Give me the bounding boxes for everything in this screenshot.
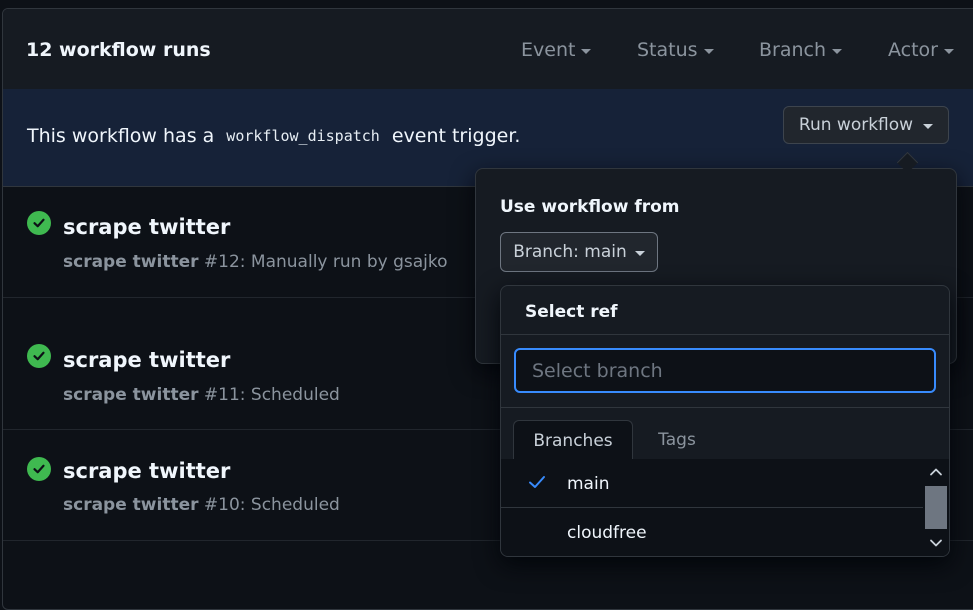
- run-detail: #11: Scheduled: [203, 385, 340, 405]
- caret-down-icon: [923, 124, 934, 129]
- status-filter[interactable]: Status: [637, 39, 714, 61]
- run-workflow-button[interactable]: Run workflow: [783, 106, 949, 144]
- runs-count: 12 workflow runs: [26, 39, 211, 61]
- caret-down-icon: [634, 251, 645, 256]
- ref-tabs: Branches Tags: [501, 407, 949, 460]
- run-workflow-name: scrape twitter: [63, 385, 199, 405]
- caret-down-icon: [581, 49, 592, 54]
- select-branch-input[interactable]: [514, 348, 936, 393]
- run-detail: #12: Manually run by gsajko: [203, 252, 448, 272]
- scroll-down-icon[interactable]: [929, 536, 943, 550]
- branch-item-main[interactable]: main: [501, 459, 923, 508]
- run-title[interactable]: scrape twitter: [63, 215, 230, 239]
- event-filter[interactable]: Event: [521, 39, 592, 61]
- branch-filter-label: Branch: [759, 39, 827, 61]
- popup-title: Use workflow from: [500, 197, 680, 217]
- branch-item-label: main: [567, 474, 610, 494]
- status-filter-label: Status: [637, 39, 698, 61]
- event-filter-label: Event: [521, 39, 576, 61]
- actor-filter[interactable]: Actor: [888, 39, 954, 61]
- branch-select-button[interactable]: Branch: main: [500, 232, 658, 272]
- success-check-icon: [27, 211, 51, 235]
- caret-down-icon: [944, 49, 954, 54]
- tab-branches[interactable]: Branches: [513, 420, 633, 460]
- run-title[interactable]: scrape twitter: [63, 459, 230, 483]
- branch-select-label: Branch: main: [513, 242, 627, 262]
- branch-filter-wrap: [501, 334, 949, 408]
- run-workflow-name: scrape twitter: [63, 495, 199, 515]
- select-ref-header: Select ref: [501, 286, 949, 335]
- select-ref-panel: Select ref Branches Tags main cloudfree: [500, 285, 950, 557]
- success-check-icon: [27, 344, 51, 368]
- dispatch-code: workflow_dispatch: [226, 127, 380, 145]
- branch-list: main cloudfree: [501, 459, 949, 556]
- branch-item-label: cloudfree: [567, 523, 647, 543]
- scroll-thumb[interactable]: [925, 486, 947, 529]
- run-subtitle: scrape twitter #12: Manually run by gsaj…: [63, 252, 448, 272]
- scroll-up-icon[interactable]: [929, 465, 943, 479]
- branch-list-scrollbar[interactable]: [923, 459, 949, 556]
- select-ref-title: Select ref: [525, 302, 618, 322]
- runs-header: 12 workflow runs Event Status Branch Act…: [3, 9, 973, 90]
- tab-tags[interactable]: Tags: [647, 420, 707, 460]
- run-title[interactable]: scrape twitter: [63, 348, 230, 372]
- caret-down-icon: [703, 49, 714, 54]
- dispatch-text-before: This workflow has a: [27, 125, 215, 147]
- dispatch-message: This workflow has a workflow_dispatch ev…: [27, 125, 520, 147]
- checkmark-icon: [529, 476, 545, 488]
- run-subtitle: scrape twitter #10: Scheduled: [63, 495, 340, 515]
- branch-filter[interactable]: Branch: [759, 39, 843, 61]
- run-workflow-name: scrape twitter: [63, 252, 199, 272]
- branch-item-cloudfree[interactable]: cloudfree: [501, 508, 923, 556]
- success-check-icon: [27, 457, 51, 481]
- run-workflow-label: Run workflow: [798, 115, 914, 135]
- run-subtitle: scrape twitter #11: Scheduled: [63, 385, 340, 405]
- actor-filter-label: Actor: [888, 39, 938, 61]
- run-detail: #10: Scheduled: [203, 495, 340, 515]
- dispatch-text-after: event trigger.: [391, 125, 521, 147]
- caret-down-icon: [832, 49, 843, 54]
